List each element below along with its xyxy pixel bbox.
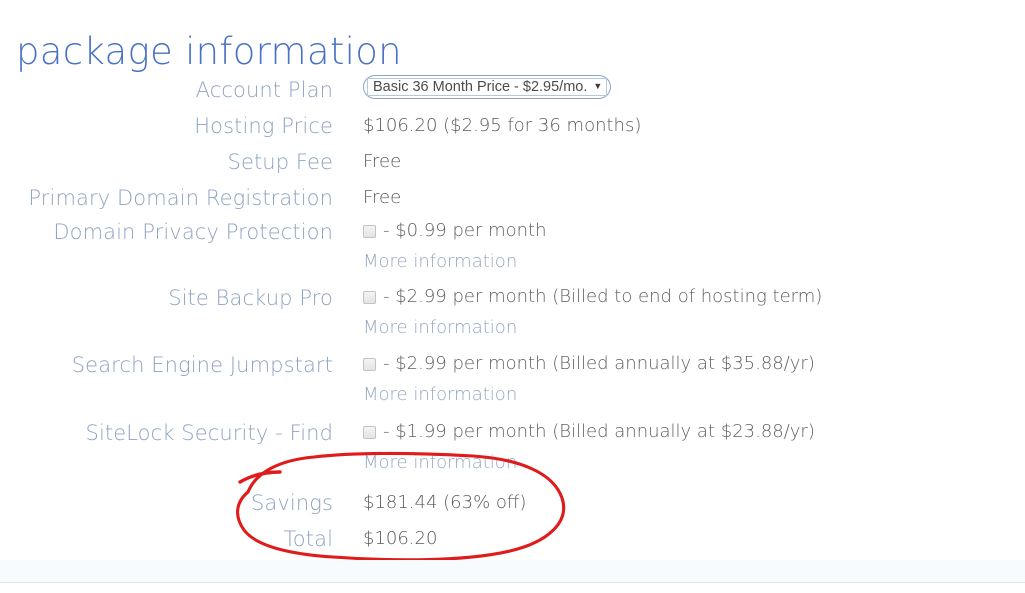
- label-hosting-price: Hosting Price: [194, 114, 333, 138]
- footer-tint-band: [0, 560, 1025, 582]
- account-plan-selected-value: Basic 36 Month Price - $2.95/mo.: [373, 79, 588, 95]
- row-search-engine-jumpstart: Search Engine Jumpstart - $2.99 per mont…: [0, 349, 1025, 417]
- label-total: Total: [283, 527, 333, 551]
- search-engine-options: - $2.99 per month (Billed annually at $3…: [333, 349, 815, 411]
- package-form: Account Plan Basic 36 Month Price - $2.9…: [0, 72, 1025, 557]
- label-account-plan: Account Plan: [195, 78, 333, 102]
- domain-privacy-option-line[interactable]: - $0.99 per month: [363, 216, 547, 246]
- more-information-link-search-engine[interactable]: More information: [363, 379, 815, 411]
- row-savings: Savings $181.44 (63% off): [0, 485, 1025, 521]
- row-primary-domain-registration: Primary Domain Registration Free: [0, 180, 1025, 216]
- chevron-down-icon: ▼: [593, 80, 603, 91]
- row-sitelock-security: SiteLock Security - Find - $1.99 per mon…: [0, 417, 1025, 485]
- label-savings: Savings: [250, 491, 333, 515]
- more-information-link-site-backup[interactable]: More information: [363, 312, 822, 344]
- domain-privacy-options: - $0.99 per month More information: [333, 216, 547, 278]
- account-plan-select-inner: Basic 36 Month Price - $2.95/mo. ▼: [367, 78, 608, 96]
- checkbox-search-engine-jumpstart[interactable]: [363, 357, 376, 371]
- sitelock-price-text: - $1.99 per month (Billed annually at $2…: [383, 421, 815, 442]
- more-information-link-domain-privacy[interactable]: More information: [363, 246, 547, 278]
- row-setup-fee: Setup Fee Free: [0, 144, 1025, 180]
- footer-area: [0, 583, 1025, 593]
- checkbox-site-backup-pro[interactable]: [363, 290, 376, 304]
- checkbox-domain-privacy[interactable]: [363, 224, 376, 238]
- site-backup-price-text: - $2.99 per month (Billed to end of host…: [383, 286, 823, 307]
- row-site-backup-pro: Site Backup Pro - $2.99 per month (Bille…: [0, 282, 1025, 349]
- label-domain-privacy-protection: Domain Privacy Protection: [53, 220, 333, 244]
- account-plan-select-wrapper: Basic 36 Month Price - $2.95/mo. ▼: [333, 72, 612, 99]
- value-primary-domain-registration: Free: [363, 187, 402, 208]
- row-total: Total $106.20: [0, 521, 1025, 557]
- label-site-backup-pro: Site Backup Pro: [168, 286, 333, 310]
- value-savings: $181.44 (63% off): [363, 492, 527, 513]
- checkbox-sitelock-security[interactable]: [363, 425, 376, 439]
- account-plan-select[interactable]: Basic 36 Month Price - $2.95/mo. ▼: [363, 75, 612, 99]
- label-primary-domain-registration: Primary Domain Registration: [28, 186, 333, 210]
- site-backup-options: - $2.99 per month (Billed to end of host…: [333, 282, 822, 344]
- page-title: package information: [16, 29, 402, 73]
- label-sitelock-security: SiteLock Security - Find: [85, 421, 333, 445]
- search-engine-option-line[interactable]: - $2.99 per month (Billed annually at $3…: [363, 349, 815, 379]
- sitelock-options: - $1.99 per month (Billed annually at $2…: [333, 417, 815, 479]
- value-hosting-price: $106.20 ($2.95 for 36 months): [363, 115, 642, 136]
- row-domain-privacy-protection: Domain Privacy Protection - $0.99 per mo…: [0, 216, 1025, 282]
- value-setup-fee: Free: [363, 151, 402, 172]
- more-information-link-sitelock[interactable]: More information: [363, 447, 815, 479]
- label-search-engine-jumpstart: Search Engine Jumpstart: [71, 353, 333, 377]
- label-setup-fee: Setup Fee: [227, 150, 333, 174]
- package-information-page: package information Account Plan Basic 3…: [0, 0, 1025, 593]
- domain-privacy-price-text: - $0.99 per month: [383, 220, 547, 241]
- sitelock-option-line[interactable]: - $1.99 per month (Billed annually at $2…: [363, 417, 815, 447]
- value-total: $106.20: [363, 528, 438, 549]
- site-backup-option-line[interactable]: - $2.99 per month (Billed to end of host…: [363, 282, 822, 312]
- search-engine-price-text: - $2.99 per month (Billed annually at $3…: [383, 353, 815, 374]
- row-account-plan: Account Plan Basic 36 Month Price - $2.9…: [0, 72, 1025, 108]
- row-hosting-price: Hosting Price $106.20 ($2.95 for 36 mont…: [0, 108, 1025, 144]
